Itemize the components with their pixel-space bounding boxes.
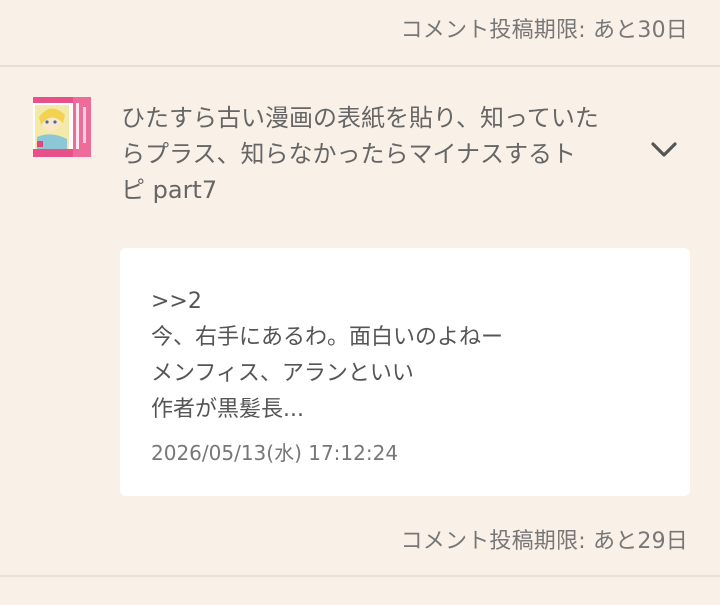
comment-line: >>2	[151, 289, 202, 314]
manga-cover-thumbnail[interactable]	[33, 97, 91, 157]
divider	[0, 575, 720, 577]
topic-title[interactable]: ひたすら古い漫画の表紙を貼り、知っていたらプラス、知らなかったらマイナスするトピ…	[121, 100, 599, 208]
comment-card[interactable]: >>2 今、右手にあるわ。面白いのよねー メンフィス、アランといい 作者が黒髪長…	[120, 248, 690, 496]
comment-line: メンフィス、アランといい	[151, 361, 414, 386]
comment-line: 今、右手にあるわ。面白いのよねー	[151, 325, 504, 350]
divider	[0, 65, 720, 67]
comment-timestamp: 2026/05/13(水) 17:12:24	[151, 441, 399, 465]
comment-deadline-top: コメント投稿期限: あと30日	[400, 18, 688, 43]
chevron-down-icon[interactable]	[648, 136, 680, 164]
comment-line: 作者が黒髪長...	[151, 397, 304, 422]
comment-deadline-bottom: コメント投稿期限: あと29日	[400, 529, 688, 554]
comment-text: >>2 今、右手にあるわ。面白いのよねー メンフィス、アランといい 作者が黒髪長…	[151, 284, 671, 428]
